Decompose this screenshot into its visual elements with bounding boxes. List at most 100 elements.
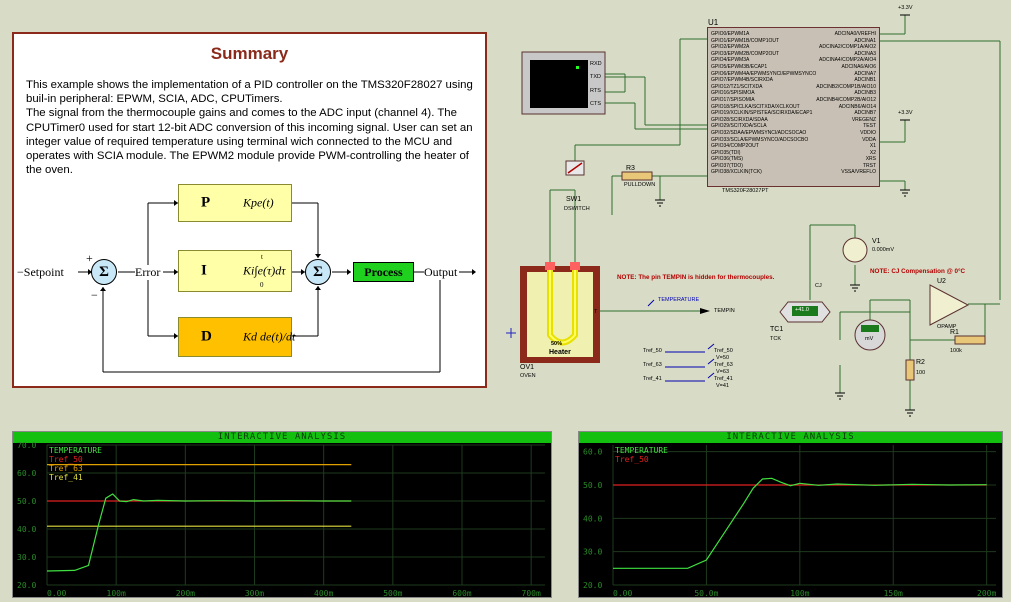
mcu-right-pin-19: XRS: [865, 156, 876, 163]
mcu-left-pins: GPIO0/EPWM1A GPIO1/EPWM1B/COMP1OUT GPIO2/E…: [711, 31, 816, 176]
tc-type: TCK: [770, 336, 781, 342]
mcu-left-pin-19: GPIO36(TMS): [711, 156, 743, 163]
mcu-left-pin-21: GPIO38/XCLKIN(TCK): [711, 169, 762, 176]
legend-entry: Tref_63: [49, 464, 83, 473]
heater-percent: 50%: [551, 341, 563, 347]
switch-label[interactable]: DSWITCH: [564, 206, 590, 212]
oven-ref: OV1: [520, 364, 535, 371]
mcu-right-pin-9: ADCINB3: [854, 90, 876, 97]
mcu-right-pin-11: ADCINB6/AIO14: [838, 103, 876, 110]
r3-label: PULLDOWN: [624, 182, 656, 188]
mcu-left-pin-12: GPIO19/XCLKIN/SPISTEA/SCIRXDA/ECAP1: [711, 110, 813, 117]
mcu-part: TMS320F28027PT: [722, 188, 769, 194]
x-tick-label: 0.00: [613, 589, 632, 598]
x-tick-label: 600m: [452, 589, 471, 598]
mcu-left-pin-15: GPIO32/SDAA/EPWMSYNCI/ADCSOCAO: [711, 129, 807, 136]
r3-ref: R3: [626, 165, 635, 172]
tc-ref: TC1: [770, 326, 784, 333]
y-tick-label: 30.0: [583, 548, 602, 557]
tref-41-label: Tref_41: [714, 376, 733, 382]
mcu-right-pin-16: VDDA: [862, 136, 876, 143]
r2-value: 100: [916, 370, 926, 376]
mcu-right-pin-14: TEST: [863, 123, 876, 130]
mcu-left-pin-0: GPIO0/EPWM1A: [711, 31, 750, 37]
mcu-right-pin-5: ADCINA6/AIO6: [841, 63, 876, 70]
interactive-analysis-graph-1[interactable]: INTERACTIVE ANALYSIS 0.00 100m 200m 300m 400…: [12, 431, 552, 598]
mcu-left-pin-8: GPIO12/TZ1/SCITXDA: [711, 83, 763, 90]
tref-63-value: V=63: [716, 369, 729, 375]
y-tick-label: 20.0: [583, 581, 602, 590]
x-tick-label: 700m: [522, 589, 541, 598]
mcu-right-pin-2: ADCINA2/COMP1A/AIO2: [819, 44, 876, 51]
mcu-left-pin-13: GPIO28/SCIRXDA/SDAA: [711, 116, 768, 123]
mcu-left-pin-2: GPIO2/EPWM2A: [711, 44, 750, 51]
mcu-left-pin-6: GPIO6/EPWM4A/EPWMSYNCI/EPWMSYNCO: [711, 70, 817, 77]
x-tick-label: 200m: [977, 589, 996, 598]
mcu-right-pin-7: ADCINB1: [854, 77, 876, 84]
u2-ref: U2: [937, 278, 946, 285]
y-tick-label: 40.0: [583, 514, 602, 523]
terminal-pin-rts: RTS: [590, 88, 601, 94]
y-tick-label: 60.0: [583, 448, 602, 457]
mcu-right-pin-8: ADCINB2/COMP1B/AIO10: [816, 83, 876, 90]
mcu-right-pin-3: ADCINA3: [854, 50, 876, 57]
mcu-right-pin-15: VDDIO: [860, 129, 876, 136]
x-tick-label: 500m: [383, 589, 402, 598]
mcu-right-pin-17: X1: [869, 143, 876, 150]
v1-ref: V1: [872, 238, 881, 245]
oven-label: OVEN: [520, 373, 536, 379]
mcu-right-pin-18: X2: [869, 149, 876, 156]
x-tick-label: 100m: [107, 589, 126, 598]
r1-value: 100k: [950, 348, 962, 354]
note-tempin: NOTE: The pin TEMPIN is hidden for therm…: [617, 274, 775, 281]
chart-svg: 0.00 50.0m 100m 150m 200m 20.0 30.0 40.0 50.0 60.…: [583, 445, 996, 598]
x-tick-label: 300m: [245, 589, 264, 598]
y-tick-label: 20.0: [17, 581, 36, 590]
y-tick-label: 40.0: [17, 525, 36, 534]
mcu-right-pin-20: TRST: [862, 162, 876, 169]
x-tick-label: 50.0m: [694, 589, 718, 598]
thermocouple-display: +41.0: [795, 307, 809, 313]
series-line-temperature: [46, 493, 352, 572]
mcu-left-pin-1: GPIO1/EPWM1B/COMP1OUT: [711, 37, 780, 44]
mcu-right-pin-1: ADCINA1: [854, 37, 876, 44]
legend-entry: Tref_50: [49, 455, 83, 464]
y-tick-label: 50.0: [17, 497, 36, 506]
tref-50-value: V=50: [716, 355, 729, 361]
mcu-right-pin-10: ADCINB4/COMP2B/AIO12: [816, 96, 876, 103]
mcu-left-pin-14: GPIO29/SCITXDA/SCLA: [711, 123, 767, 130]
x-tick-label: 400m: [314, 589, 333, 598]
tref-63-name: Tref_63: [643, 362, 662, 368]
voltmeter-unit: mV: [865, 336, 874, 342]
mcu-ref: U1: [708, 18, 719, 27]
mcu-left-pin-16: GPIO33/SCLA/EPWMSYNCO/ADCSOCBO: [711, 136, 809, 143]
oven-terminal-t: T: [594, 309, 598, 315]
terminal-pin-rxd: RXD: [590, 61, 602, 67]
r1-ref: R1: [950, 329, 959, 336]
y-tick-label: 60.0: [17, 469, 36, 478]
tref-50-name: Tref_50: [643, 348, 662, 354]
tref-50-label: Tref_50: [714, 348, 733, 354]
mcu-left-pin-7: GPIO7/EPWM4B/SCIRXDA: [711, 77, 773, 84]
mcu-right-pin-4: ADCINA4/COMP2A/AIO4: [819, 57, 876, 64]
tref-41-name: Tref_41: [643, 376, 662, 382]
mcu-left-pin-17: GPIO34/COMP2OUT: [711, 143, 759, 150]
y-tick-label: 30.0: [17, 553, 36, 562]
vcc-label-1: +3.3V: [898, 5, 913, 11]
mcu-left-pin-20: GPIO37(TDO): [711, 162, 743, 169]
mcu-left-pin-9: GPIO16/SPISIMOA: [711, 90, 755, 97]
mcu-left-pin-3: GPIO3/EPWM2B/COMP2OUT: [711, 50, 780, 57]
x-tick-label: 0.00: [47, 589, 66, 598]
y-tick-label: 50.0: [583, 481, 602, 490]
tref-41-value: V=41: [716, 383, 729, 389]
chart-svg: 0.00 100m 200m 300m 400m 500m 600m 700m 20.0 30.0…: [17, 441, 545, 598]
mcu-left-pin-5: GPIO5/EPWM3B/ECAP1: [711, 63, 768, 70]
legend-entry: Tref_41: [49, 473, 83, 482]
mcu-right-pin-21: VSSA/VREFLO: [841, 169, 876, 176]
switch-ref: SW1: [566, 196, 582, 203]
mcu-right-pin-0: ADCINA0/VREFHI: [834, 31, 876, 37]
mcu-chip[interactable]: GPIO0/EPWM1A GPIO1/EPWM1B/COMP1OUT GPIO2/E…: [707, 27, 880, 187]
vcc-label-2: +3.3V: [898, 110, 913, 116]
legend-entry: TEMPERATURE: [615, 446, 668, 455]
interactive-analysis-graph-2[interactable]: INTERACTIVE ANALYSIS 0.00 50.0m 100m 150m 20…: [578, 431, 1003, 598]
